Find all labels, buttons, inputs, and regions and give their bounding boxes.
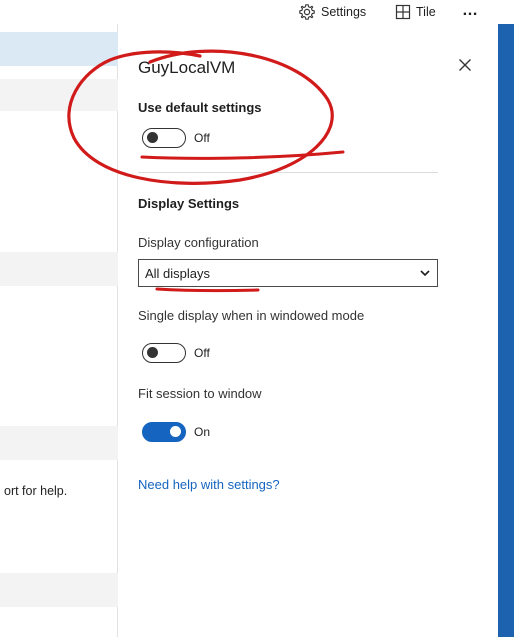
fit-session-row: On <box>142 422 210 442</box>
use-default-settings-row: Off <box>142 128 210 148</box>
settings-button-label: Settings <box>321 5 367 19</box>
use-default-settings-toggle[interactable] <box>142 128 186 148</box>
settings-button[interactable]: Settings <box>298 1 366 23</box>
single-display-toggle[interactable] <box>142 343 186 363</box>
list-group-header <box>0 426 118 460</box>
chevron-down-icon <box>420 270 430 277</box>
close-icon <box>459 59 471 71</box>
display-configuration-value: All displays <box>145 265 211 281</box>
fit-session-label: Fit session to window <box>138 386 262 401</box>
help-text-fragment: ort for help. <box>4 484 68 498</box>
more-button[interactable]: … <box>462 0 479 22</box>
side-strip <box>498 24 514 637</box>
top-toolbar: Settings Tile … <box>0 0 514 24</box>
toggle-knob <box>147 132 158 143</box>
tile-icon <box>395 4 411 20</box>
fit-session-state: On <box>194 425 211 439</box>
list-group-header <box>0 79 118 111</box>
toggle-knob <box>170 426 181 437</box>
single-display-state: Off <box>194 346 210 360</box>
list-item-selected[interactable] <box>0 32 118 66</box>
single-display-label: Single display when in windowed mode <box>138 308 365 323</box>
list-group-header <box>0 252 118 286</box>
help-settings-link[interactable]: Need help with settings? <box>138 477 280 492</box>
settings-pane: GuyLocalVM Use default settings Off Disp… <box>118 24 498 637</box>
display-settings-heading: Display Settings <box>138 196 240 211</box>
use-default-settings-label: Use default settings <box>138 100 262 115</box>
use-default-settings-state: Off <box>194 131 210 145</box>
single-display-row: Off <box>142 343 210 363</box>
gear-icon <box>299 4 315 20</box>
pane-title: GuyLocalVM <box>138 58 236 77</box>
more-icon: … <box>462 2 479 19</box>
tile-button-label: Tile <box>416 5 436 19</box>
display-configuration-select[interactable]: All displays <box>138 259 438 287</box>
list-group-header <box>0 573 118 607</box>
close-button[interactable] <box>456 56 474 74</box>
toggle-knob <box>147 347 158 358</box>
display-configuration-label: Display configuration <box>138 235 259 250</box>
section-divider <box>138 172 438 173</box>
fit-session-toggle[interactable] <box>142 422 186 442</box>
tile-button[interactable]: Tile <box>395 1 436 23</box>
connections-list-panel: ort for help. <box>0 24 118 637</box>
